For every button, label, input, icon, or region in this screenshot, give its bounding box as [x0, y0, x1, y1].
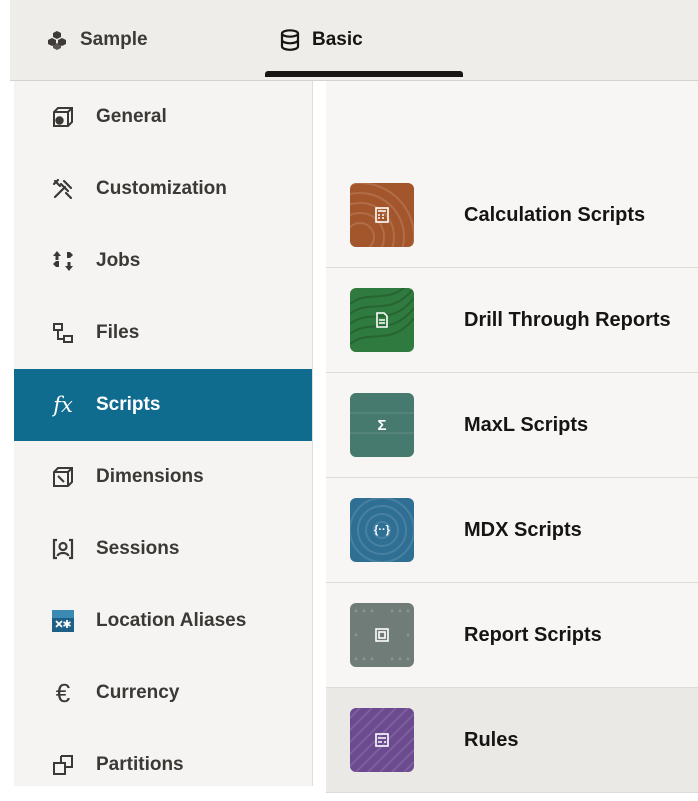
script-row-maxl[interactable]: Σ MaxL Scripts [326, 373, 698, 478]
script-row-report[interactable]: Report Scripts [326, 583, 698, 688]
script-row-label: MDX Scripts [464, 518, 582, 541]
sidebar-item-currency[interactable]: € Currency [14, 657, 312, 729]
script-row-drill-through[interactable]: Drill Through Reports [326, 268, 698, 373]
sidebar-item-label: Currency [96, 682, 180, 703]
sigma-glyph: Σ [377, 416, 387, 434]
tools-icon [51, 177, 75, 201]
sidebar: General Customization Jobs Files fx Scri… [14, 81, 313, 786]
sidebar-item-sessions[interactable]: Sessions [14, 513, 312, 585]
sidebar-item-label: Customization [96, 178, 227, 199]
sidebar-item-label: Files [96, 322, 140, 343]
sidebar-item-files[interactable]: Files [14, 297, 312, 369]
braces-icon: {··} [350, 498, 414, 562]
sidebar-item-label: Location Aliases [96, 610, 247, 631]
active-tab-indicator [265, 71, 463, 77]
script-row-label: Calculation Scripts [464, 203, 646, 226]
breadcrumb-item-sample[interactable]: Sample [46, 0, 148, 80]
calculator-icon [350, 183, 414, 247]
script-row-label: MaxL Scripts [464, 413, 589, 436]
sidebar-item-general[interactable]: General [14, 81, 312, 153]
sidebar-item-label: General [96, 106, 167, 127]
fx-icon: fx [53, 393, 73, 417]
sidebar-item-label: Jobs [96, 250, 141, 271]
script-row-label: Drill Through Reports [464, 308, 671, 331]
script-row-label: Report Scripts [464, 623, 602, 646]
cube-icon [51, 465, 75, 489]
document-icon [350, 288, 414, 352]
script-row-label: Rules [464, 728, 519, 751]
sidebar-item-dimensions[interactable]: Dimensions [14, 441, 312, 513]
sidebar-item-jobs[interactable]: Jobs [14, 225, 312, 297]
user-session-icon [51, 537, 75, 561]
sidebar-item-label: Sessions [96, 538, 180, 559]
braces-glyph: {··} [374, 524, 390, 536]
sidebar-item-label: Dimensions [96, 466, 204, 487]
breadcrumb-item-basic[interactable]: Basic [280, 0, 363, 80]
partitions-icon [51, 753, 75, 777]
sidebar-item-label: Scripts [96, 394, 161, 415]
cube-gear-icon [51, 105, 75, 129]
report-icon [350, 603, 414, 667]
sidebar-item-scripts[interactable]: fx Scripts [14, 369, 312, 441]
breadcrumb-label: Sample [80, 29, 148, 50]
script-row-calculation[interactable]: Calculation Scripts [326, 163, 698, 268]
script-type-list: Calculation Scripts Drill Through Report… [326, 81, 698, 793]
script-row-rules[interactable]: Rules [326, 688, 698, 793]
script-row-mdx[interactable]: {··} MDX Scripts [326, 478, 698, 583]
rules-icon [350, 708, 414, 772]
cubes-icon [48, 31, 66, 50]
database-icon [280, 29, 300, 51]
sidebar-item-partitions[interactable]: Partitions [14, 729, 312, 801]
folder-tree-icon [51, 321, 75, 345]
breadcrumb: Sample Basic [10, 0, 698, 81]
location-alias-icon [51, 609, 75, 633]
sigma-icon: Σ [350, 393, 414, 457]
breadcrumb-label: Basic [312, 29, 363, 50]
sidebar-item-label: Partitions [96, 754, 184, 775]
sidebar-item-location-aliases[interactable]: Location Aliases [14, 585, 312, 657]
euro-icon: € [55, 677, 71, 708]
jobs-arrows-icon [51, 249, 75, 273]
sidebar-item-customization[interactable]: Customization [14, 153, 312, 225]
